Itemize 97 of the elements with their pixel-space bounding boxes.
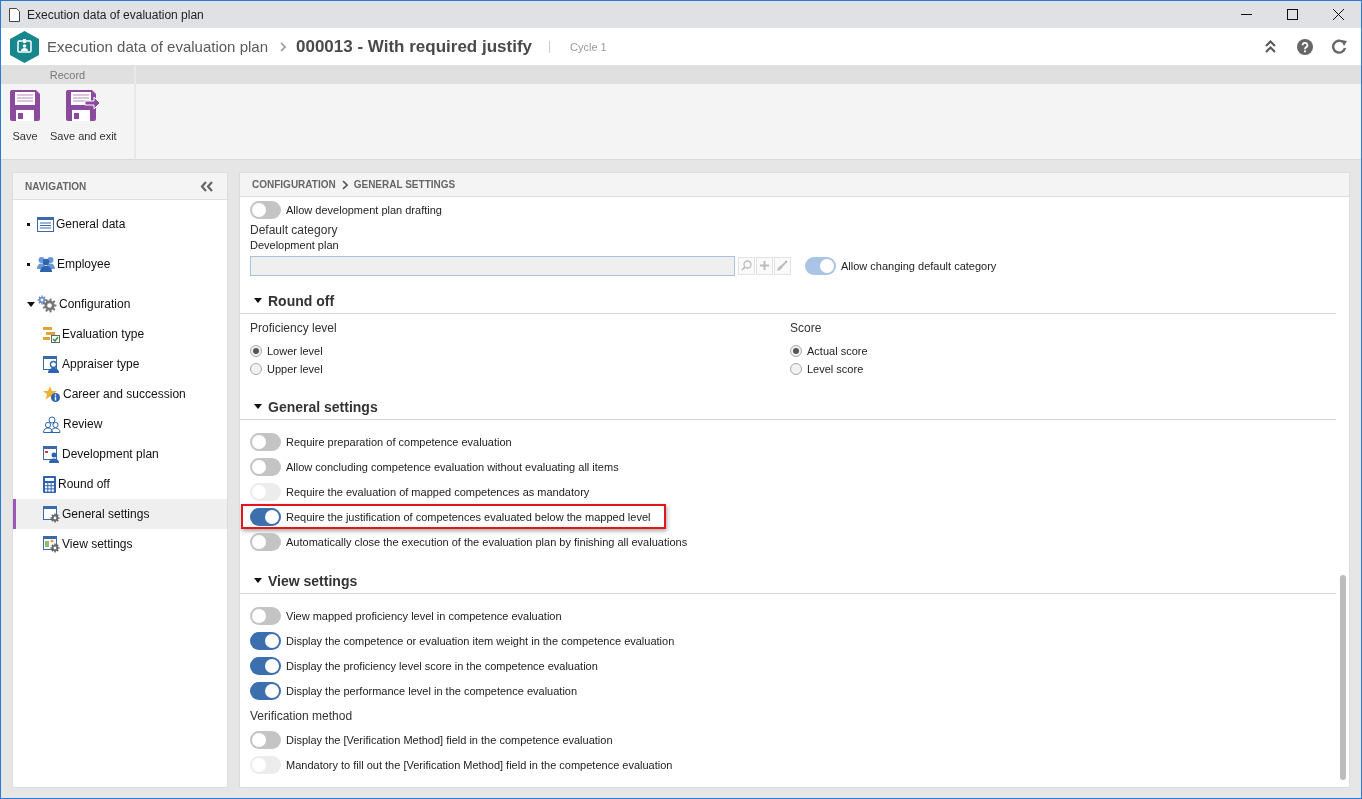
toggle-switch[interactable]: [250, 507, 281, 526]
brush-icon: [777, 260, 788, 271]
toggle-label: Display the competence or evaluation item weight in the competence evaluation: [286, 634, 675, 647]
help-icon: [1297, 38, 1313, 55]
maximize-icon: [1286, 9, 1298, 20]
save-button[interactable]: Save: [7, 88, 43, 144]
nav-item[interactable]: Round off: [13, 469, 227, 499]
scrollbar-thumb[interactable]: [1340, 575, 1346, 780]
chevron-right-icon: [280, 41, 286, 52]
save-and-exit-button[interactable]: Save and exit: [47, 88, 120, 144]
toggle-label: Mandatory to fill out the [Verification Method] field in the competence evaluation: [286, 758, 673, 771]
radio-label: Lower level: [267, 345, 323, 357]
toggle-switch[interactable]: [250, 606, 281, 625]
toggle-label: Allow changing default category: [841, 259, 997, 272]
section-title[interactable]: Round off: [268, 292, 335, 309]
window-user-icon: [43, 355, 60, 373]
radio-button[interactable]: [250, 345, 262, 357]
ribbon-group-label: Record: [49, 68, 86, 81]
flowchart-check-icon: [43, 325, 60, 343]
nav-item[interactable]: General data: [13, 209, 227, 239]
nav-item[interactable]: Appraiser type: [13, 349, 227, 379]
radio-button[interactable]: [250, 363, 262, 375]
people-icon: [37, 256, 55, 272]
toggle-label: Require the evaluation of mapped competences as mandatory: [286, 485, 590, 498]
field-label: Development plan: [250, 239, 339, 252]
breadcrumb-item[interactable]: GENERAL SETTINGS: [353, 179, 456, 190]
section-title[interactable]: View settings: [268, 572, 358, 589]
clear-button[interactable]: [774, 256, 791, 275]
toggle-switch[interactable]: [250, 532, 281, 551]
toggle-switch[interactable]: [250, 681, 281, 700]
subsection-title: Verification method: [250, 708, 353, 725]
chevron-right-icon: [341, 179, 348, 190]
cycle-label: Cycle 1: [570, 40, 607, 53]
toggle-switch[interactable]: [250, 432, 281, 451]
search-button[interactable]: [738, 256, 755, 275]
list-icon: [37, 216, 54, 232]
toggle-switch[interactable]: [250, 631, 281, 650]
nav-item[interactable]: Employee: [13, 249, 227, 279]
calculator-icon: [43, 475, 56, 493]
nav-item[interactable]: Review: [13, 409, 227, 439]
double-chevron-left-icon: [200, 180, 213, 192]
add-button[interactable]: [756, 256, 773, 275]
caret-down-icon: [27, 301, 35, 307]
toggle-label: View mapped proficiency level in competence evaluation: [286, 609, 562, 622]
toggle-label: Automatically close the execution of the evaluation plan by finishing all evaluations: [286, 535, 688, 548]
toggle-switch[interactable]: [250, 730, 281, 749]
toggle-label: Display the [Verification Method] field in the competence evaluation: [286, 733, 613, 746]
toggle-label: Display the proficiency level score in the competence evaluation: [286, 659, 598, 672]
module-title: Execution data of evaluation plan: [47, 38, 268, 55]
toggle-label: Display the performance level in the competence evaluation: [286, 684, 578, 697]
toggle-label: Require preparation of competence evaluation: [286, 435, 512, 448]
input-field[interactable]: [250, 255, 735, 276]
nav-item[interactable]: Evaluation type: [13, 319, 227, 349]
plus-icon: [760, 261, 769, 270]
nav-item[interactable]: Development plan: [13, 439, 227, 469]
caret-down-icon: [254, 578, 262, 583]
nav-item[interactable]: View settings: [13, 529, 227, 559]
toggle-switch[interactable]: [250, 656, 281, 675]
floppy-icon: [10, 90, 40, 121]
breadcrumb-item[interactable]: CONFIGURATION: [252, 179, 336, 190]
toggle-label: Require the justification of competences evaluated below the mapped level: [286, 510, 651, 523]
toggle-switch[interactable]: [250, 200, 281, 219]
document-icon: [9, 7, 20, 22]
star-info-icon: [43, 385, 61, 403]
floppy-arrow-icon: [66, 90, 101, 121]
group-title: Score: [790, 320, 822, 337]
search-icon: [741, 260, 752, 271]
window-gear-icon: [43, 505, 60, 523]
bullet-icon: [27, 262, 30, 266]
chevrons-up-icon: [1264, 40, 1276, 53]
radio-label: Level score: [807, 363, 864, 375]
window-gear-icon: [43, 535, 60, 553]
section-title[interactable]: General settings: [268, 398, 378, 415]
subsection-title: Default category: [250, 222, 338, 238]
toggle-label: Allow concluding competence evaluation without evaluating all items: [286, 460, 619, 473]
bullet-icon: [27, 222, 30, 226]
users-outline-icon: [43, 415, 61, 433]
toggle-label: Allow development plan drafting: [286, 203, 442, 216]
group-title: Proficiency level: [250, 320, 337, 337]
refresh-icon: [1331, 38, 1349, 55]
radio-label: Upper level: [267, 363, 323, 375]
nav-item[interactable]: General settings: [13, 499, 227, 529]
panel-title: NAVIGATION: [25, 180, 87, 192]
radio-button[interactable]: [790, 345, 802, 357]
nav-item[interactable]: Career and succession: [13, 379, 227, 409]
caret-down-icon: [254, 404, 262, 409]
toggle-switch[interactable]: [250, 457, 281, 476]
window-user-icon: [43, 445, 60, 463]
minimize-icon: [1240, 14, 1252, 15]
radio-button[interactable]: [790, 363, 802, 375]
gears-icon: [37, 295, 57, 313]
radio-label: Actual score: [807, 345, 868, 357]
close-icon: [1332, 9, 1344, 20]
caret-down-icon: [254, 298, 262, 303]
nav-item[interactable]: Configuration: [13, 289, 227, 319]
record-title: 000013 - With required justify: [296, 36, 533, 57]
window-title: Execution data of evaluation plan: [27, 7, 204, 22]
